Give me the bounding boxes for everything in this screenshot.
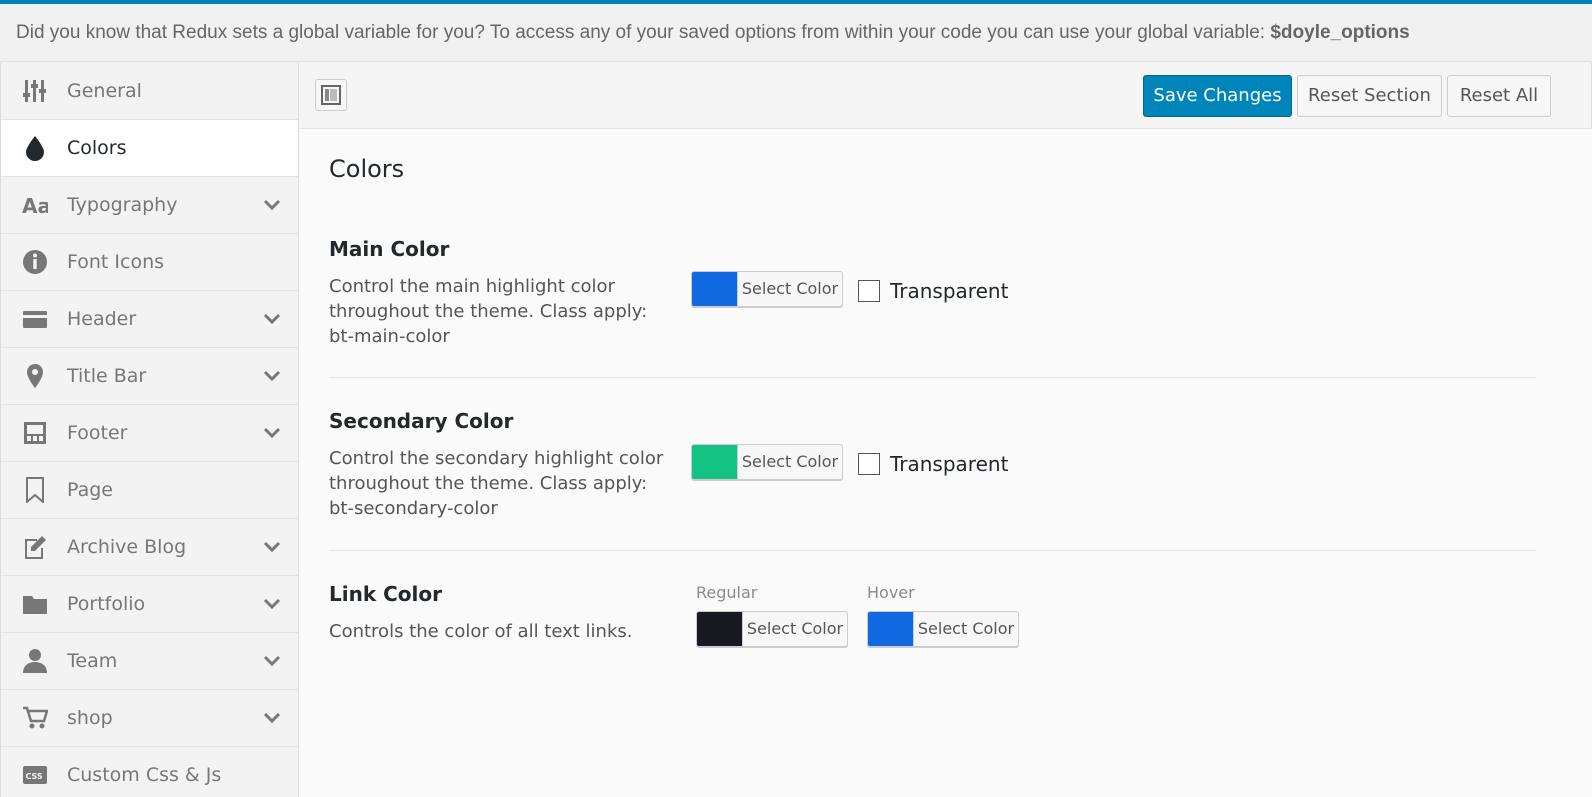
sidebar-item-header[interactable]: Header xyxy=(1,291,298,348)
section-title: Colors xyxy=(329,155,405,183)
secondary-color-transparent-checkbox[interactable]: Transparent xyxy=(858,452,1008,476)
link-hover-select-button[interactable]: Select Color xyxy=(913,612,1018,646)
field-divider xyxy=(329,377,1536,378)
sidebar-item-label: Header xyxy=(67,308,137,330)
sidebar-item-label: Typography xyxy=(67,194,178,216)
options-toolbar: Save Changes Reset Section Reset All xyxy=(299,63,1592,129)
main-color-description: Control the main highlight color through… xyxy=(329,276,648,347)
sidebar-item-custom-css-js[interactable]: CSS Custom Css & Js xyxy=(1,747,298,797)
sidebar-item-label: Colors xyxy=(67,137,127,159)
field-divider xyxy=(329,550,1536,551)
sidebar-item-label: General xyxy=(67,80,142,102)
reset-all-button[interactable]: Reset All xyxy=(1447,75,1551,117)
secondary-color-picker[interactable]: Select Color xyxy=(691,444,843,480)
sidebar-item-label: shop xyxy=(67,707,113,729)
credit-card-icon xyxy=(21,305,49,333)
chevron-down-icon[interactable] xyxy=(262,310,282,328)
global-variable-notice: Did you know that Redux sets a global va… xyxy=(0,4,1592,62)
sliders-icon xyxy=(21,77,49,105)
sidebar-item-footer[interactable]: Footer xyxy=(1,405,298,462)
transparent-label: Transparent xyxy=(890,452,1009,476)
link-hover-label: Hover xyxy=(867,583,915,602)
sidebar-item-label: Title Bar xyxy=(67,365,147,387)
main-color-picker[interactable]: Select Color xyxy=(691,271,843,307)
chevron-down-icon[interactable] xyxy=(262,367,282,385)
svg-text:CSS: CSS xyxy=(26,772,43,781)
sidebar-item-label: Portfolio xyxy=(67,593,146,615)
checkbox-box[interactable] xyxy=(858,280,880,302)
chevron-down-icon[interactable] xyxy=(262,424,282,442)
sidebar-item-archive-blog[interactable]: Archive Blog xyxy=(1,519,298,576)
link-regular-color-picker[interactable]: Select Color xyxy=(696,611,848,647)
droplet-icon xyxy=(21,134,49,162)
reset-section-button[interactable]: Reset Section xyxy=(1297,75,1442,117)
sidebar-item-label: Page xyxy=(67,479,113,501)
edit-icon xyxy=(21,533,49,561)
link-color-description: Controls the color of all text links. xyxy=(329,621,633,642)
sidebar-item-label: Font Icons xyxy=(67,251,165,273)
options-sidebar: General Colors Aa Typography Font Icons Heade… xyxy=(0,63,299,797)
sidebar-item-title-bar[interactable]: Title Bar xyxy=(1,348,298,405)
cart-icon xyxy=(21,704,49,732)
folder-icon xyxy=(21,590,49,618)
sidebar-item-font-icons[interactable]: Font Icons xyxy=(1,234,298,291)
font-icon: Aa xyxy=(21,191,49,219)
notice-variable: $doyle_options xyxy=(1270,22,1410,43)
chevron-down-icon[interactable] xyxy=(262,196,282,214)
sidebar-item-label: Team xyxy=(67,650,118,672)
sidebar-item-typography[interactable]: Aa Typography xyxy=(1,177,298,234)
link-hover-swatch[interactable] xyxy=(868,612,913,646)
info-icon xyxy=(21,248,49,276)
main-color-swatch[interactable] xyxy=(692,272,737,306)
layout-expand-icon xyxy=(321,85,341,105)
user-icon xyxy=(21,647,49,675)
transparent-label: Transparent xyxy=(890,279,1009,303)
expand-toggle-button[interactable] xyxy=(315,79,347,111)
map-pin-icon xyxy=(21,362,49,390)
save-changes-button[interactable]: Save Changes xyxy=(1143,75,1292,117)
link-regular-label: Regular xyxy=(696,583,758,602)
chevron-down-icon[interactable] xyxy=(262,652,282,670)
checkbox-box[interactable] xyxy=(858,453,880,475)
link-color-title: Link Color xyxy=(329,582,442,606)
sidebar-item-label: Footer xyxy=(67,422,128,444)
sidebar-item-portfolio[interactable]: Portfolio xyxy=(1,576,298,633)
main-color-transparent-checkbox[interactable]: Transparent xyxy=(858,279,1008,303)
sidebar-item-label: Archive Blog xyxy=(67,536,187,558)
secondary-color-title: Secondary Color xyxy=(329,409,514,433)
link-regular-select-button[interactable]: Select Color xyxy=(742,612,847,646)
main-color-select-button[interactable]: Select Color xyxy=(737,272,842,306)
chevron-down-icon[interactable] xyxy=(262,709,282,727)
secondary-color-description: Control the secondary highlight color th… xyxy=(329,448,664,519)
sidebar-item-team[interactable]: Team xyxy=(1,633,298,690)
bookmark-icon xyxy=(21,476,49,504)
chevron-down-icon[interactable] xyxy=(262,595,282,613)
css-icon: CSS xyxy=(21,761,49,789)
sidebar-item-shop[interactable]: shop xyxy=(1,690,298,747)
svg-text:Aa: Aa xyxy=(22,194,48,218)
secondary-color-select-button[interactable]: Select Color xyxy=(737,445,842,479)
link-hover-color-picker[interactable]: Select Color xyxy=(867,611,1019,647)
sidebar-item-general[interactable]: General xyxy=(1,63,298,120)
secondary-color-swatch[interactable] xyxy=(692,445,737,479)
main-color-title: Main Color xyxy=(329,237,450,261)
sidebar-item-page[interactable]: Page xyxy=(1,462,298,519)
link-regular-swatch[interactable] xyxy=(697,612,742,646)
chevron-down-icon[interactable] xyxy=(262,538,282,556)
notice-text: Did you know that Redux sets a global va… xyxy=(16,22,1271,43)
sidebar-item-colors[interactable]: Colors xyxy=(1,120,298,177)
options-main-panel: Save Changes Reset Section Reset All Col… xyxy=(299,63,1592,797)
sidebar-item-label: Custom Css & Js xyxy=(67,764,222,786)
layout-icon xyxy=(21,419,49,447)
